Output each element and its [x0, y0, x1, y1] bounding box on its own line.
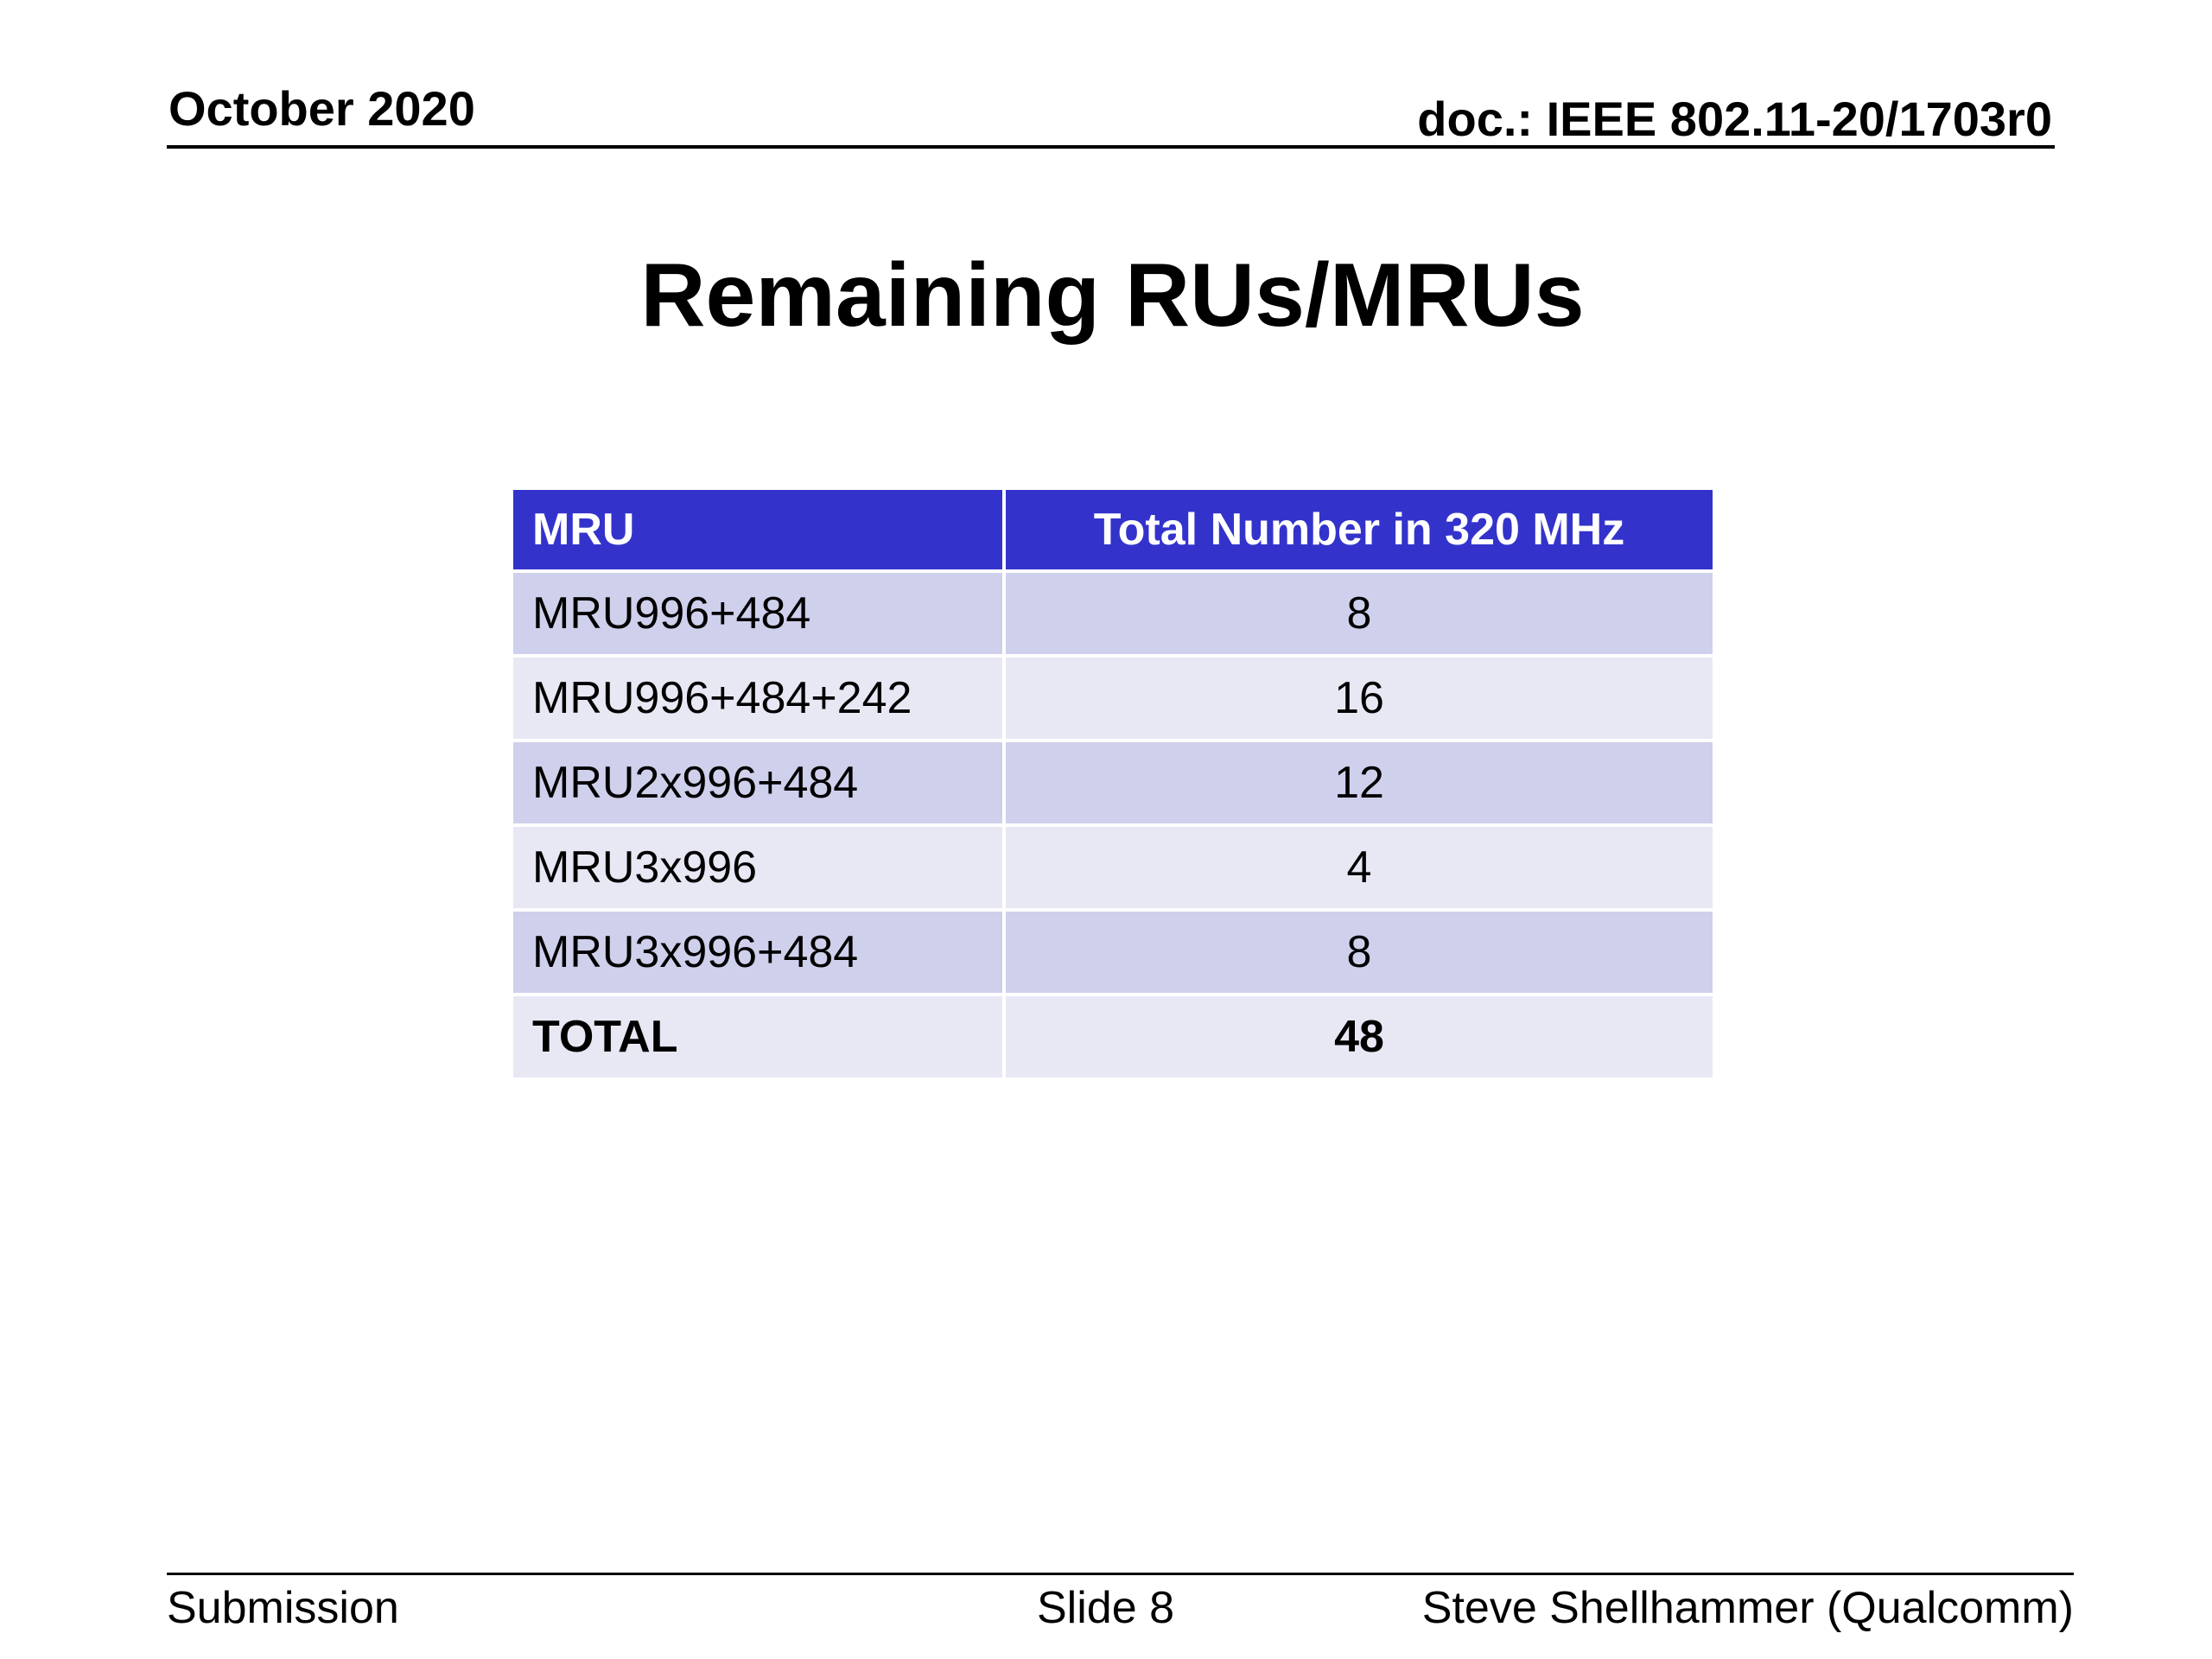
table-cell-total-label: TOTAL — [510, 993, 1006, 1081]
table-cell-mru: MRU996+484+242 — [510, 654, 1006, 742]
table-total-row: TOTAL 48 — [510, 993, 1716, 1081]
table-row: MRU996+484+242 16 — [510, 654, 1716, 742]
slide-title: Remaining RUs/MRUs — [640, 245, 1585, 346]
table-cell-count: 8 — [1002, 569, 1716, 658]
footer-slide-number: Slide 8 — [1037, 1583, 1174, 1633]
table-cell-count: 4 — [1002, 823, 1716, 912]
table-cell-mru: MRU2x996+484 — [510, 739, 1006, 827]
table-row: MRU3x996 4 — [510, 823, 1716, 912]
header-doc-id: doc.: IEEE 802.11-20/1703r0 — [1417, 92, 2052, 146]
table-row: MRU3x996+484 8 — [510, 908, 1716, 996]
table-cell-mru: MRU3x996 — [510, 823, 1006, 912]
header-divider — [167, 145, 2055, 149]
table-cell-total-count: 48 — [1002, 993, 1716, 1081]
footer-divider — [167, 1573, 2074, 1575]
table-cell-mru: MRU996+484 — [510, 569, 1006, 658]
footer-author: Steve Shellhammer (Qualcomm) — [1421, 1583, 2074, 1633]
table-row: MRU996+484 8 — [510, 569, 1716, 658]
table-header-total: Total Number in 320 MHz — [1002, 486, 1716, 573]
table-header-row: MRU Total Number in 320 MHz — [510, 486, 1716, 573]
header-date: October 2020 — [168, 81, 475, 136]
slide: October 2020 doc.: IEEE 802.11-20/1703r0… — [0, 0, 2212, 1659]
table-cell-count: 16 — [1002, 654, 1716, 742]
table-cell-mru: MRU3x996+484 — [510, 908, 1006, 996]
table-cell-count: 8 — [1002, 908, 1716, 996]
mru-table: MRU Total Number in 320 MHz MRU996+484 8… — [510, 486, 1716, 1081]
footer-submission: Submission — [167, 1583, 399, 1633]
table-header-mru: MRU — [510, 486, 1006, 573]
table-cell-count: 12 — [1002, 739, 1716, 827]
table-row: MRU2x996+484 12 — [510, 739, 1716, 827]
